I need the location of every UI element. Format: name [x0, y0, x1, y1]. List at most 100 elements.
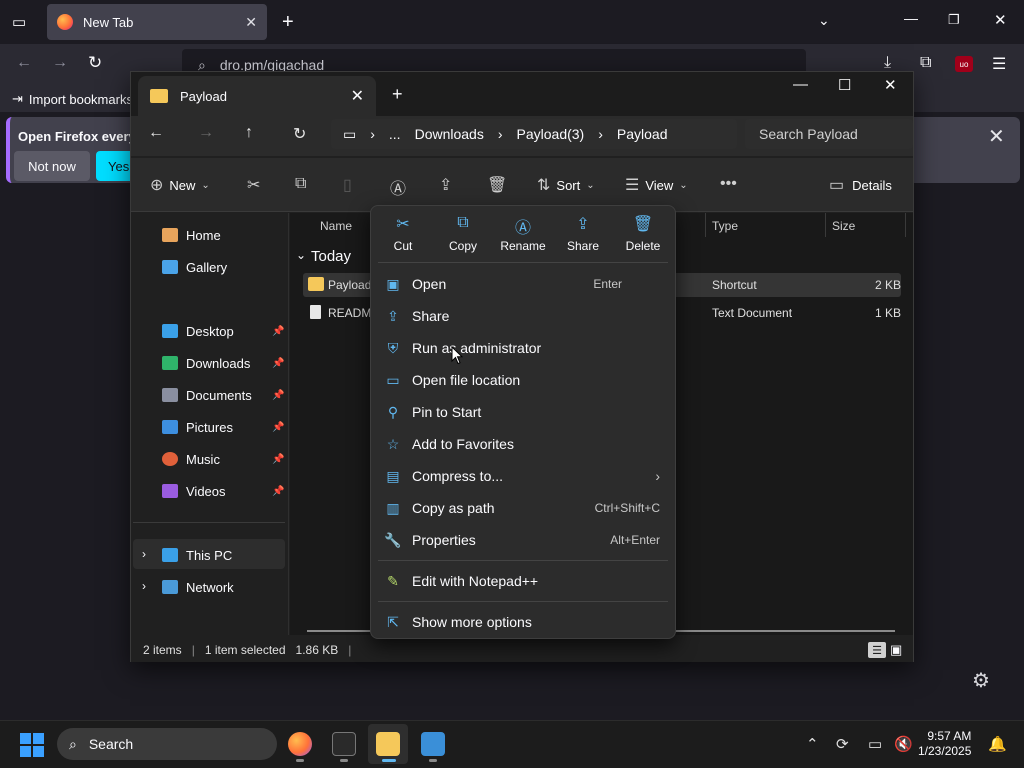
pin-icon[interactable]: 📌	[272, 390, 284, 401]
maximize-icon[interactable]: ☐	[838, 76, 851, 94]
address-bar[interactable]: ▭ › ... Downloads › Payload(3) › Payload	[331, 119, 737, 149]
sort-button[interactable]: ⇅ Sort ⌄	[537, 175, 595, 195]
sync-icon[interactable]: ⟳	[836, 735, 849, 753]
start-button[interactable]	[20, 733, 44, 757]
details-view-icon[interactable]: ☰	[868, 642, 886, 658]
group-header[interactable]: Today	[311, 248, 351, 265]
back-icon[interactable]: ←	[148, 124, 164, 142]
taskbar-search[interactable]: ⌕ Search	[57, 728, 277, 760]
back-icon[interactable]: ←	[16, 54, 32, 72]
chevron-right-icon[interactable]: ›	[142, 547, 146, 561]
search-input[interactable]: Search Payload	[745, 119, 913, 149]
column-name[interactable]: Name	[320, 219, 352, 233]
share-action[interactable]: ⇪ Share	[553, 214, 613, 253]
menu-item-compress[interactable]: ▤ Compress to... ›	[380, 461, 670, 491]
breadcrumb-overflow[interactable]: ...	[389, 126, 401, 142]
up-icon[interactable]: ↑	[245, 124, 253, 142]
column-divider[interactable]	[825, 213, 826, 237]
menu-item-notepad-plus-plus[interactable]: ✎ Edit with Notepad++	[380, 566, 670, 596]
details-button[interactable]: ▭ Details	[829, 175, 892, 195]
copy-action[interactable]: ⧉ Copy	[433, 214, 493, 253]
pin-icon[interactable]: 📌	[272, 486, 284, 497]
forward-icon[interactable]: →	[198, 124, 214, 142]
breadcrumb-payload[interactable]: Payload	[617, 126, 668, 142]
firefox-view-icon[interactable]: ▭	[12, 13, 26, 31]
close-notification-icon[interactable]: ✕	[988, 124, 1005, 149]
sidebar-item-downloads[interactable]: Downloads	[162, 351, 250, 375]
more-options-icon[interactable]: •••	[720, 175, 737, 193]
delete-action[interactable]: 🗑 Delete	[613, 214, 673, 253]
pin-icon[interactable]: 📌	[272, 422, 284, 433]
chevron-down-icon[interactable]: ⌄	[296, 248, 306, 262]
column-size[interactable]: Size	[832, 219, 855, 233]
cut-icon[interactable]: ✂	[247, 175, 260, 195]
sidebar-item-home[interactable]: Home	[162, 223, 221, 247]
delete-icon[interactable]: 🗑	[487, 175, 507, 195]
sidebar-item-this-pc[interactable]: This PC	[162, 543, 232, 567]
menu-item-show-more-options[interactable]: ⇱ Show more options	[380, 607, 670, 637]
chevron-up-icon[interactable]: ⌃	[806, 735, 819, 753]
share-icon[interactable]: ⇪	[439, 175, 452, 195]
menu-item-open[interactable]: ▣ Open Enter	[380, 269, 670, 299]
close-tab-icon[interactable]: ✕	[245, 14, 257, 31]
firefox-tab[interactable]: New Tab ✕	[47, 4, 267, 40]
column-type[interactable]: Type	[712, 219, 738, 233]
menu-item-properties[interactable]: 🔧 Properties Alt+Enter	[380, 525, 670, 555]
pin-icon[interactable]: 📌	[272, 326, 284, 337]
sidebar-item-documents[interactable]: Documents	[162, 383, 252, 407]
menu-item-run-as-admin[interactable]: ⛨ Run as administrator	[380, 333, 670, 363]
sidebar-item-pictures[interactable]: Pictures	[162, 415, 233, 439]
cut-action[interactable]: ✂ Cut	[373, 214, 433, 253]
minimize-icon[interactable]: —	[904, 10, 918, 26]
terminal-taskbar-icon[interactable]	[332, 732, 356, 756]
pin-icon[interactable]: 📌	[272, 454, 284, 465]
display-icon[interactable]: ▭	[868, 735, 882, 753]
copy-icon[interactable]: ⧉	[295, 175, 306, 193]
explorer-tab[interactable]: Payload ✕	[138, 76, 376, 116]
restore-icon[interactable]: ❐	[948, 12, 960, 28]
notification-bell-icon[interactable]: 🔔	[988, 735, 1007, 753]
firefox-taskbar-icon[interactable]	[288, 732, 312, 756]
paste-icon[interactable]: ▯	[343, 175, 352, 195]
close-tab-icon[interactable]: ✕	[351, 86, 364, 106]
gear-icon[interactable]: ⚙	[972, 668, 990, 693]
photos-taskbar-icon[interactable]	[421, 732, 445, 756]
file-explorer-taskbar-icon[interactable]	[376, 732, 400, 756]
new-tab-icon[interactable]: +	[392, 84, 403, 105]
forward-icon[interactable]: →	[52, 54, 68, 72]
volume-muted-icon[interactable]: 🔇	[894, 735, 913, 753]
clock[interactable]: 9:57 AM 1/23/2025	[918, 729, 971, 759]
menu-icon[interactable]: ☰	[992, 54, 1006, 74]
new-button[interactable]: ⊕ New ⌄	[150, 175, 210, 195]
not-now-button[interactable]: Not now	[14, 151, 90, 181]
rename-action[interactable]: Ⓐ Rename	[493, 214, 553, 253]
column-divider[interactable]	[905, 213, 906, 237]
ublock-icon[interactable]: uo	[955, 56, 973, 72]
close-window-icon[interactable]: ✕	[884, 76, 897, 94]
menu-item-add-to-favorites[interactable]: ☆ Add to Favorites	[380, 429, 670, 459]
breadcrumb-payload3[interactable]: Payload(3)	[517, 126, 585, 142]
menu-item-pin-to-start[interactable]: ⚲ Pin to Start	[380, 397, 670, 427]
rename-icon[interactable]: Ⓐ	[390, 175, 406, 199]
menu-item-open-file-location[interactable]: ▭ Open file location	[380, 365, 670, 395]
download-icon[interactable]: ⤓	[884, 54, 891, 72]
menu-item-share[interactable]: ⇪ Share	[380, 301, 670, 331]
breadcrumb-downloads[interactable]: Downloads	[415, 126, 484, 142]
sidebar-item-gallery[interactable]: Gallery	[162, 255, 227, 279]
tiles-view-icon[interactable]: ▣	[890, 642, 902, 658]
import-bookmarks-link[interactable]: Import bookmarks...	[29, 92, 144, 107]
extensions-icon[interactable]: ⧉	[920, 54, 931, 72]
sidebar-item-desktop[interactable]: Desktop	[162, 319, 234, 343]
close-window-icon[interactable]: ✕	[994, 11, 1007, 29]
menu-item-copy-as-path[interactable]: ▥ Copy as path Ctrl+Shift+C	[380, 493, 670, 523]
chevron-down-icon[interactable]: ⌄	[818, 12, 830, 29]
minimize-icon[interactable]: —	[793, 76, 808, 93]
sidebar-item-videos[interactable]: Videos	[162, 479, 226, 503]
pin-icon[interactable]: 📌	[272, 358, 284, 369]
view-button[interactable]: ☰ View ⌄	[625, 175, 688, 195]
sidebar-item-network[interactable]: Network	[162, 575, 234, 599]
new-tab-icon[interactable]: +	[282, 11, 294, 34]
reload-icon[interactable]: ↻	[88, 53, 102, 73]
refresh-icon[interactable]: ↻	[293, 124, 306, 144]
sidebar-item-music[interactable]: Music	[162, 447, 220, 471]
